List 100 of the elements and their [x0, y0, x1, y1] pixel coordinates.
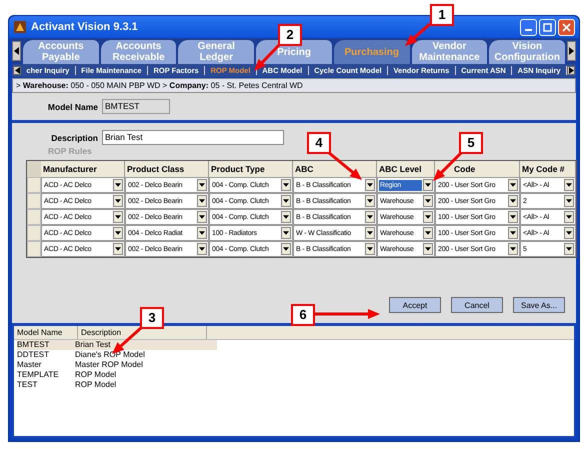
- caret-icon: [425, 215, 431, 219]
- callout-number: 6: [291, 304, 315, 326]
- dropdown-button[interactable]: [365, 211, 375, 223]
- dropdown-button[interactable]: [423, 243, 433, 255]
- dropdown-button[interactable]: [564, 211, 574, 223]
- close-icon: [562, 22, 571, 32]
- dropdown-button[interactable]: [113, 227, 123, 239]
- left-arrow-icon: [14, 67, 20, 74]
- callout-number: 4: [307, 132, 331, 154]
- dropdown-button[interactable]: [113, 211, 123, 223]
- dropdown-button[interactable]: [197, 195, 207, 207]
- dropdown-button[interactable]: [564, 227, 574, 239]
- dropdown-button[interactable]: [113, 179, 123, 191]
- dropdown-button[interactable]: [423, 179, 433, 191]
- field-label: Model Name: [46, 102, 98, 112]
- caret-icon: [510, 247, 516, 251]
- dropdown-button[interactable]: [281, 227, 291, 239]
- model-row[interactable]: TEMPLATE ROP Model: [17, 370, 217, 380]
- caret-icon: [283, 215, 289, 219]
- dropdown-button[interactable]: [197, 243, 207, 255]
- right-arrow-icon: [568, 67, 574, 74]
- callout-number: 1: [430, 4, 454, 26]
- caret-icon: [115, 199, 121, 203]
- dropdown-button[interactable]: [508, 227, 518, 239]
- column-header: Product Class: [125, 161, 209, 177]
- model-description: ROP Model: [75, 380, 118, 390]
- dropdown-button[interactable]: [423, 195, 433, 207]
- column-header: ABC Level: [377, 161, 435, 177]
- caret-icon: [566, 183, 572, 187]
- dropdown-button[interactable]: [113, 243, 123, 255]
- caret-icon: [367, 183, 373, 187]
- dropdown-button[interactable]: [508, 195, 518, 207]
- caret-icon: [425, 231, 431, 235]
- action-button[interactable]: Cancel: [451, 297, 503, 313]
- dropdown-button[interactable]: [508, 211, 518, 223]
- model-name: BMTEST: [17, 340, 50, 350]
- dropdown-button[interactable]: [197, 227, 207, 239]
- dropdown-button[interactable]: [564, 243, 574, 255]
- model-description: Master ROP Model: [75, 360, 144, 370]
- caret-icon: [367, 247, 373, 251]
- caret-icon: [566, 215, 572, 219]
- callout-number: 5: [459, 132, 483, 154]
- caret-icon: [199, 231, 205, 235]
- caret-icon: [199, 183, 205, 187]
- minimize-icon: [525, 28, 532, 30]
- callout-arrow: [313, 309, 380, 319]
- dropdown-button[interactable]: [281, 211, 291, 223]
- field-label: Description: [50, 132, 98, 142]
- dropdown-button[interactable]: [281, 179, 291, 191]
- caret-icon: [566, 231, 572, 235]
- description-field[interactable]: Brian Test: [102, 130, 284, 145]
- caret-icon: [115, 247, 121, 251]
- dropdown-button[interactable]: [197, 211, 207, 223]
- caret-icon: [115, 231, 121, 235]
- dropdown-button[interactable]: [365, 243, 375, 255]
- dropdown-button[interactable]: [423, 211, 433, 223]
- caret-icon: [425, 247, 431, 251]
- action-button[interactable]: Save As...: [513, 297, 565, 313]
- dropdown-button[interactable]: [113, 195, 123, 207]
- dropdown-button[interactable]: [281, 243, 291, 255]
- dropdown-button[interactable]: [365, 227, 375, 239]
- dropdown-button[interactable]: [508, 179, 518, 191]
- dropdown-button[interactable]: [564, 195, 574, 207]
- dropdown-button[interactable]: [365, 179, 375, 191]
- maximize-button[interactable]: [539, 18, 556, 36]
- dropdown-button[interactable]: [423, 227, 433, 239]
- scroll-right-button[interactable]: [567, 66, 576, 75]
- caret-icon: [283, 183, 289, 187]
- maximize-icon: [543, 22, 552, 32]
- caret-icon: [367, 231, 373, 235]
- dropdown-button[interactable]: [564, 179, 574, 191]
- section-title: ROP Rules: [47, 146, 93, 156]
- dropdown-button[interactable]: [365, 195, 375, 207]
- model-row[interactable]: BMTEST Brian Test: [17, 340, 217, 350]
- scroll-left-button[interactable]: [13, 66, 21, 75]
- model-name-field[interactable]: BMTEST: [102, 99, 170, 114]
- caret-icon: [283, 231, 289, 235]
- scroll-left-button[interactable]: [12, 41, 21, 61]
- grid-corner: [27, 161, 41, 177]
- caret-icon: [199, 199, 205, 203]
- caret-icon: [510, 199, 516, 203]
- close-button[interactable]: [558, 18, 575, 36]
- column-header: Manufacturer: [41, 161, 125, 177]
- dropdown-button[interactable]: [281, 195, 291, 207]
- dropdown-button[interactable]: [197, 179, 207, 191]
- caret-icon: [425, 183, 431, 187]
- caret-icon: [510, 215, 516, 219]
- caret-icon: [510, 183, 516, 187]
- minimize-button[interactable]: [520, 18, 537, 36]
- scroll-right-button[interactable]: [567, 41, 576, 61]
- dropdown-button[interactable]: [508, 243, 518, 255]
- model-row[interactable]: TEST ROP Model: [17, 380, 217, 390]
- caret-icon: [425, 199, 431, 203]
- caret-icon: [199, 247, 205, 251]
- model-name: TEST: [17, 380, 38, 390]
- callout-number: 3: [140, 307, 164, 329]
- column-header: My Code #: [520, 161, 576, 177]
- action-button[interactable]: Accept: [389, 297, 441, 313]
- model-row[interactable]: Master Master ROP Model: [17, 360, 217, 370]
- model-name: TEMPLATE: [17, 370, 60, 380]
